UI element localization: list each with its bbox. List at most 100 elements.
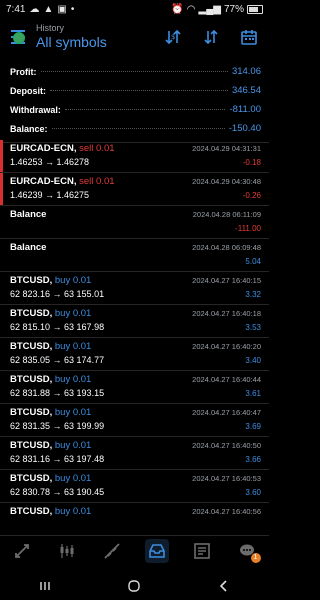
summary-row-deposit: Deposit: 346.54 xyxy=(10,81,261,100)
deal-symbol: BTCUSD, xyxy=(10,308,53,319)
deal-row[interactable]: BTCUSD, buy 0.01 2024.04.27 16:40:15 62 82… xyxy=(0,272,269,305)
deal-side: buy 0.01 xyxy=(54,374,92,385)
deal-profit: 5.04 xyxy=(245,256,261,266)
summary-value: -811.00 xyxy=(229,104,261,115)
tab-chart[interactable] xyxy=(55,539,79,563)
deal-prices: 1.46253 → 1.46278 xyxy=(10,157,90,167)
deal-profit: 3.32 xyxy=(245,289,261,299)
app-logo-icon xyxy=(13,32,25,44)
deal-symbol: Balance xyxy=(10,242,47,253)
deal-profit: 3.69 xyxy=(245,421,261,431)
summary-row-profit: Profit: 314.06 xyxy=(10,62,261,81)
deal-profit: 3.60 xyxy=(245,487,261,497)
summary-value: 346.54 xyxy=(231,85,261,96)
balance-row[interactable]: Balance 2024.04.28 06:11:09 -111.00 xyxy=(0,206,269,239)
deal-profit: -111.00 xyxy=(235,223,261,233)
deal-symbol: BTCUSD, xyxy=(10,473,53,484)
status-bar: 7:41 ☁ ▲ ▣ • ⏰ ◠ ▂▄▆ 77% xyxy=(0,0,269,18)
balance-row[interactable]: Balance 2024.04.28 06:09:48 5.04 xyxy=(0,239,269,272)
deal-side: buy 0.01 xyxy=(54,275,92,286)
deal-prices: 62 831.16 → 63 197.48 xyxy=(10,454,105,464)
deal-prices: 1.46239 → 1.46275 xyxy=(10,190,90,200)
status-time: 7:41 xyxy=(6,3,26,15)
deal-row[interactable]: EURCAD-ECN, sell 0.01 2024.04.29 04:31:31… xyxy=(0,140,269,173)
deal-row[interactable]: BTCUSD, buy 0.01 2024.04.27 16:40:44 62 83… xyxy=(0,371,269,404)
deal-time: 2024.04.27 16:40:44 xyxy=(192,375,261,384)
deal-prices: 62 830.78 → 63 190.45 xyxy=(10,487,105,497)
cloud-icon: ☁ xyxy=(29,3,40,15)
deal-row[interactable]: BTCUSD, buy 0.01 2024.04.27 16:40:18 62 81… xyxy=(0,305,269,338)
sort-icon[interactable] xyxy=(201,27,221,47)
deal-row[interactable]: BTCUSD, buy 0.01 2024.04.27 16:40:20 62 83… xyxy=(0,338,269,371)
summary-label: Withdrawal: xyxy=(10,104,61,115)
deal-symbol: BTCUSD, xyxy=(10,275,53,286)
tab-news[interactable] xyxy=(190,539,214,563)
deal-row[interactable]: BTCUSD, buy 0.01 2024.04.27 16:40:50 62 83… xyxy=(0,437,269,470)
svg-text:$: $ xyxy=(171,33,175,41)
deal-prices: 62 831.88 → 63 193.15 xyxy=(10,388,105,398)
deal-side: buy 0.01 xyxy=(54,506,92,517)
deal-symbol: BTCUSD, xyxy=(10,440,53,451)
deal-symbol: EURCAD-ECN, xyxy=(10,176,77,187)
summary-row-balance: Balance: -150.40 xyxy=(10,119,261,138)
deal-symbol: BTCUSD, xyxy=(10,407,53,418)
tab-quotes[interactable] xyxy=(10,539,34,563)
home-icon[interactable] xyxy=(127,579,141,593)
signal-icon: ▂▄▆ xyxy=(198,3,221,15)
deal-prices: 62 831.35 → 63 199.99 xyxy=(10,421,105,431)
deal-list: EURCAD-ECN, sell 0.01 2024.04.29 04:31:31… xyxy=(0,140,269,536)
deal-prices: 62 823.16 → 63 155.01 xyxy=(10,289,105,299)
deal-symbol: Balance xyxy=(10,209,47,220)
deal-symbol: BTCUSD, xyxy=(10,506,53,517)
deal-row[interactable]: BTCUSD, buy 0.01 2024.04.27 16:40:47 62 83… xyxy=(0,404,269,437)
summary-row-withdrawal: Withdrawal: -811.00 xyxy=(10,100,261,119)
summary-value: 314.06 xyxy=(231,66,261,77)
battery-percent: 77% xyxy=(223,3,244,15)
deal-side: buy 0.01 xyxy=(54,341,92,352)
wifi-icon: ◠ xyxy=(186,3,196,15)
deal-time: 2024.04.27 16:40:20 xyxy=(192,342,261,351)
recent-apps-icon[interactable] xyxy=(38,579,52,593)
deal-profit: -0.26 xyxy=(242,190,261,200)
summary-label: Balance: xyxy=(10,123,48,134)
summary-label: Deposit: xyxy=(10,85,46,96)
deal-time: 2024.04.29 04:31:31 xyxy=(192,144,261,153)
trade-icon xyxy=(104,543,120,559)
deal-row[interactable]: EURCAD-ECN, sell 0.01 2024.04.29 04:30:48… xyxy=(0,173,269,206)
chart-icon xyxy=(60,544,74,558)
quotes-icon xyxy=(15,544,30,558)
page-title[interactable]: All symbols xyxy=(36,34,163,51)
tab-history[interactable] xyxy=(144,539,169,563)
deal-side: sell 0.01 xyxy=(79,143,115,154)
notification-icon: ▲ xyxy=(43,3,54,15)
tab-messages[interactable]: 1 xyxy=(235,539,261,563)
deal-row[interactable]: BTCUSD, buy 0.01 2024.04.27 16:40:56 xyxy=(0,503,269,536)
deal-time: 2024.04.29 04:30:48 xyxy=(192,177,261,186)
news-icon xyxy=(193,543,210,559)
summary-label: Profit: xyxy=(10,66,37,77)
calendar-icon[interactable] xyxy=(239,27,259,47)
deal-side: buy 0.01 xyxy=(54,440,92,451)
deal-time: 2024.04.27 16:40:53 xyxy=(192,474,261,483)
deal-side: sell 0.01 xyxy=(79,176,115,187)
deal-prices: 62 835.05 → 63 174.77 xyxy=(10,355,105,365)
deal-row[interactable]: BTCUSD, buy 0.01 2024.04.27 16:40:53 62 83… xyxy=(0,470,269,503)
deal-profit: 3.40 xyxy=(245,355,261,365)
deal-time: 2024.04.27 16:40:47 xyxy=(192,408,261,417)
deposit-filter-icon[interactable]: $ xyxy=(163,27,183,47)
dot-icon: • xyxy=(70,3,75,15)
deal-profit: 3.53 xyxy=(245,322,261,332)
summary-value: -150.40 xyxy=(228,123,261,134)
tab-trade[interactable] xyxy=(100,539,124,563)
deal-symbol: BTCUSD, xyxy=(10,374,53,385)
deal-time: 2024.04.27 16:40:56 xyxy=(192,507,261,516)
alarm-icon: ⏰ xyxy=(171,3,184,15)
system-nav-bar xyxy=(0,572,269,600)
back-icon[interactable] xyxy=(217,579,231,593)
image-icon: ▣ xyxy=(57,3,67,15)
menu-button[interactable] xyxy=(6,23,30,51)
account-summary: Profit: 314.06 Deposit: 346.54 Withdrawa… xyxy=(0,56,269,143)
deal-time: 2024.04.27 16:40:15 xyxy=(192,276,261,285)
deal-time: 2024.04.27 16:40:50 xyxy=(192,441,261,450)
unread-badge: 1 xyxy=(250,553,261,563)
